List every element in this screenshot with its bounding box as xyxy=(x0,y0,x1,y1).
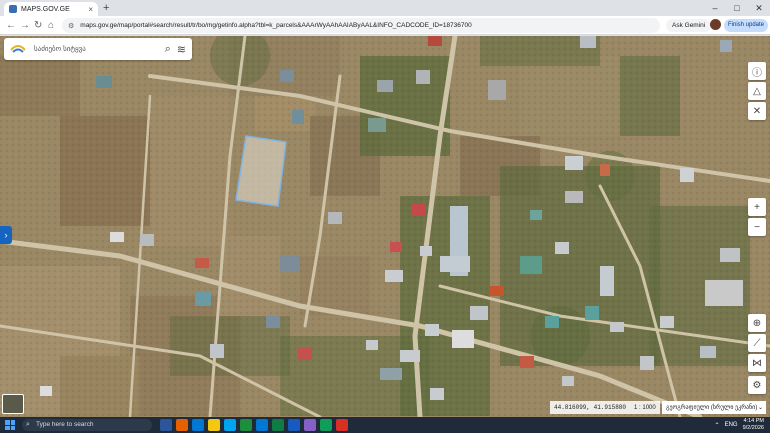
tab-close-icon[interactable]: × xyxy=(88,5,93,14)
taskbar-app-icon[interactable] xyxy=(192,419,204,431)
zoom-in-icon: + xyxy=(754,201,760,213)
windows-start-icon[interactable] xyxy=(5,420,15,430)
tab-maps-gov-ge[interactable]: MAPS.GOV.GE × xyxy=(4,2,98,16)
address-bar: ← → ↻ ⌂ ⚙ maps.gov.ge/map/portal#search/… xyxy=(0,16,770,35)
new-tab-button[interactable]: + xyxy=(103,2,109,14)
taskbar-search-input[interactable]: Type here to search xyxy=(36,421,93,428)
settings-button[interactable]: ⚙ xyxy=(748,376,766,394)
ask-gemini-button[interactable]: Ask Gemini xyxy=(666,19,712,32)
window-controls: – □ ✕ xyxy=(704,0,770,16)
tools-icon: ✕ xyxy=(752,105,762,117)
settings-icon: ⚙ xyxy=(752,379,762,391)
back-button[interactable]: ← xyxy=(6,19,16,32)
napr-logo-icon xyxy=(10,45,26,53)
finish-update-button[interactable]: Finish update xyxy=(724,19,769,32)
basemap-thumbnail[interactable] xyxy=(2,394,24,414)
basemap-select[interactable]: გეოგრაფიული (სრული ეკრანი) ⌄ xyxy=(662,401,766,414)
clock[interactable]: 4:14 PM 9/2/2026 xyxy=(743,418,764,432)
satellite-imagery[interactable] xyxy=(0,36,770,417)
zoom-out-icon: − xyxy=(754,221,760,233)
share-icon: ⋈ xyxy=(752,357,762,369)
close-window-button[interactable]: ✕ xyxy=(748,0,770,16)
chevron-down-icon: ⌄ xyxy=(757,405,763,411)
system-tray: ⌃ ENG 4:14 PM 9/2/2026 xyxy=(715,418,764,432)
map-search-box[interactable]: საძიებო სიტყვა ⌕ ≋ xyxy=(4,38,192,60)
profile-avatar[interactable] xyxy=(710,19,721,30)
taskbar-search-box[interactable]: ⌕ Type here to search xyxy=(22,419,152,431)
taskbar-app-icon[interactable] xyxy=(320,419,332,431)
site-info-icon[interactable]: ⚙ xyxy=(68,22,74,30)
scale-readout: 1 : 1000 xyxy=(634,404,656,411)
compass-button[interactable]: △ xyxy=(748,82,766,100)
taskbar-app-icon[interactable] xyxy=(304,419,316,431)
taskbar-app-icon[interactable] xyxy=(288,419,300,431)
basemap-select-value: გეოგრაფიული (სრული ეკრანი) xyxy=(666,405,758,411)
map-search-input[interactable]: საძიებო სიტყვა xyxy=(34,45,165,53)
locate-icon: ⊕ xyxy=(752,317,762,329)
locate-button[interactable]: ⊕ xyxy=(748,314,766,332)
taskbar-app-icon[interactable] xyxy=(224,419,236,431)
compass-icon: △ xyxy=(753,85,761,97)
minimize-button[interactable]: – xyxy=(704,0,726,16)
taskbar-app-icon[interactable] xyxy=(336,419,348,431)
taskbar-app-icon[interactable] xyxy=(160,419,172,431)
taskbar-app-icon[interactable] xyxy=(240,419,252,431)
info-button[interactable]: ⓘ xyxy=(748,62,766,80)
coordinates-readout: 44.816099, 41.915880 xyxy=(554,404,627,411)
windows-taskbar: ⌕ Type here to search ⌃ ENG 4:14 PM 9/2/… xyxy=(0,417,770,433)
share-button[interactable]: ⋈ xyxy=(748,354,766,372)
clock-date: 9/2/2026 xyxy=(742,425,764,431)
taskbar-app-icon[interactable] xyxy=(272,419,284,431)
url-field[interactable]: ⚙ maps.gov.ge/map/portal#search/result/t… xyxy=(62,18,660,33)
tab-title: MAPS.GOV.GE xyxy=(21,5,70,13)
reload-button[interactable]: ↻ xyxy=(34,19,42,32)
tab-bar: MAPS.GOV.GE × + – □ ✕ xyxy=(0,0,770,16)
measure-button[interactable]: ⟋ xyxy=(748,334,766,352)
forward-button[interactable]: → xyxy=(20,19,30,32)
zoom-out-button[interactable]: − xyxy=(748,218,766,236)
taskbar-app-icon[interactable] xyxy=(208,419,220,431)
info-icon: ⓘ xyxy=(752,67,762,79)
taskbar-app-icon[interactable] xyxy=(256,419,268,431)
clock-time: 4:14 PM xyxy=(743,418,764,424)
url-text: maps.gov.ge/map/portal#search/result/tr/… xyxy=(80,22,472,29)
map-viewport[interactable]: საძიებო სიტყვა ⌕ ≋ › ⓘ △ ✕ + − ⊕ ⟋ ⋈ ⚙ 4… xyxy=(0,36,770,417)
taskbar-app-icon[interactable] xyxy=(176,419,188,431)
search-icon: ⌕ xyxy=(26,421,30,428)
zoom-in-button[interactable]: + xyxy=(748,198,766,216)
search-icon[interactable]: ⌕ xyxy=(165,43,171,56)
map-status-bar: 44.816099, 41.915880 1 : 1000 xyxy=(550,401,660,414)
pinned-apps xyxy=(160,419,348,431)
tray-chevron-icon[interactable]: ⌃ xyxy=(715,422,720,429)
home-button[interactable]: ⌂ xyxy=(48,19,54,32)
expand-panel-button[interactable]: › xyxy=(0,226,12,244)
tools-button[interactable]: ✕ xyxy=(748,102,766,120)
maximize-button[interactable]: □ xyxy=(726,0,748,16)
language-indicator[interactable]: ENG xyxy=(725,422,738,428)
chevron-right-icon: › xyxy=(4,230,8,240)
favicon-icon xyxy=(9,5,17,13)
measure-icon: ⟋ xyxy=(753,337,761,349)
layers-icon[interactable]: ≋ xyxy=(177,43,186,56)
